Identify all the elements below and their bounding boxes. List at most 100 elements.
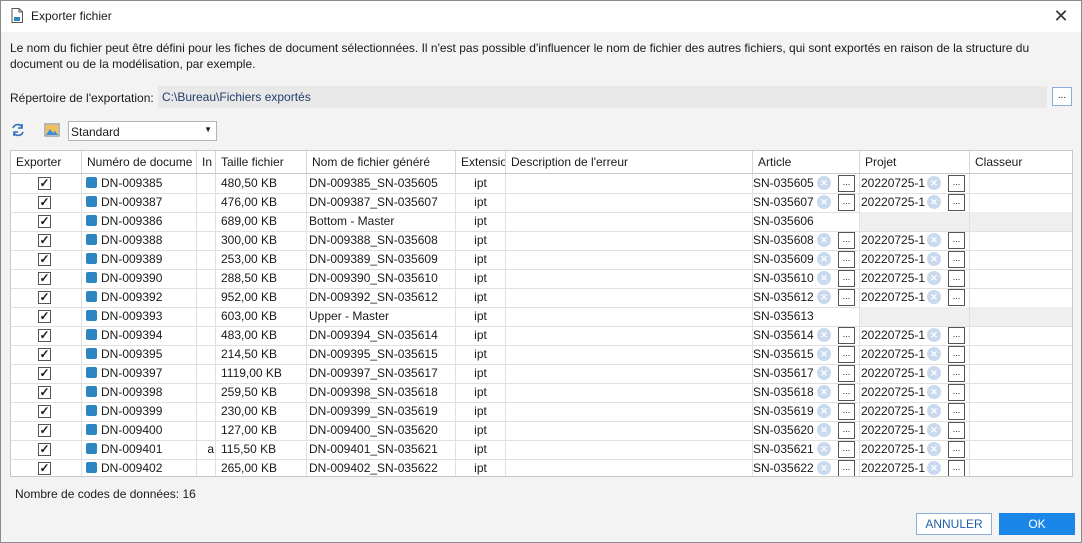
project-browse-button[interactable]: ...	[948, 175, 965, 192]
project-browse-button[interactable]: ...	[948, 346, 965, 363]
table-row[interactable]: ✓ DN-009398 259,50 KB DN-009398_SN-035618 ip…	[11, 383, 1072, 403]
table-row[interactable]: ✓ DN-009399 230,00 KB DN-009399_SN-035619 ip…	[11, 402, 1072, 422]
generated-name-cell[interactable]: DN-009402_SN-035622	[307, 459, 456, 476]
col-header-binder[interactable]: Classeur	[970, 151, 1072, 173]
export-checkbox[interactable]: ✓	[38, 329, 51, 342]
article-browse-button[interactable]: ...	[838, 384, 855, 401]
generated-name-cell[interactable]: DN-009397_SN-035617	[307, 364, 456, 383]
clear-project-icon[interactable]: ✕	[927, 347, 941, 361]
project-browse-button[interactable]: ...	[948, 232, 965, 249]
clear-article-icon[interactable]: ✕	[817, 461, 831, 475]
article-browse-button[interactable]: ...	[838, 422, 855, 439]
clear-project-icon[interactable]: ✕	[927, 195, 941, 209]
table-row[interactable]: ✓ DN-009390 288,50 KB DN-009390_SN-035610 ip…	[11, 269, 1072, 289]
table-row[interactable]: ✓ DN-009392 952,00 KB DN-009392_SN-035612 ip…	[11, 288, 1072, 308]
clear-project-icon[interactable]: ✕	[927, 176, 941, 190]
clear-article-icon[interactable]: ✕	[817, 176, 831, 190]
project-browse-button[interactable]: ...	[948, 327, 965, 344]
cancel-button[interactable]: ANNULER	[916, 513, 992, 535]
clear-article-icon[interactable]: ✕	[817, 195, 831, 209]
project-browse-button[interactable]: ...	[948, 403, 965, 420]
col-header-generated-name[interactable]: Nom de fichier généré	[307, 151, 456, 173]
article-browse-button[interactable]: ...	[838, 270, 855, 287]
close-button[interactable]: ✕	[1041, 1, 1081, 32]
project-browse-button[interactable]: ...	[948, 460, 965, 476]
clear-project-icon[interactable]: ✕	[927, 290, 941, 304]
clear-article-icon[interactable]: ✕	[817, 385, 831, 399]
article-browse-button[interactable]: ...	[838, 175, 855, 192]
clear-article-icon[interactable]: ✕	[817, 423, 831, 437]
generated-name-cell[interactable]: DN-009400_SN-035620	[307, 421, 456, 440]
project-browse-button[interactable]: ...	[948, 365, 965, 382]
view-select[interactable]: Standard ▼	[68, 121, 217, 141]
clear-project-icon[interactable]: ✕	[927, 385, 941, 399]
export-checkbox[interactable]: ✓	[38, 310, 51, 323]
generated-name-cell[interactable]: DN-009390_SN-035610	[307, 269, 456, 288]
generated-name-cell[interactable]: Bottom - Master	[307, 212, 456, 231]
ok-button[interactable]: OK	[999, 513, 1075, 535]
col-header-project[interactable]: Projet	[860, 151, 970, 173]
clear-project-icon[interactable]: ✕	[927, 423, 941, 437]
project-browse-button[interactable]: ...	[948, 384, 965, 401]
table-row[interactable]: ✓ DN-009394 483,00 KB DN-009394_SN-035614 ip…	[11, 326, 1072, 346]
generated-name-cell[interactable]: DN-009398_SN-035618	[307, 383, 456, 402]
export-checkbox[interactable]: ✓	[38, 177, 51, 190]
table-row[interactable]: ✓ DN-009386 689,00 KB Bottom - Master ipt SN-…	[11, 212, 1072, 232]
export-checkbox[interactable]: ✓	[38, 196, 51, 209]
project-browse-button[interactable]: ...	[948, 270, 965, 287]
clear-project-icon[interactable]: ✕	[927, 442, 941, 456]
table-row[interactable]: ✓ DN-009397 1119,00 KB DN-009397_SN-035617 i…	[11, 364, 1072, 384]
article-browse-button[interactable]: ...	[838, 194, 855, 211]
export-checkbox[interactable]: ✓	[38, 234, 51, 247]
clear-project-icon[interactable]: ✕	[927, 366, 941, 380]
generated-name-cell[interactable]: DN-009387_SN-035607	[307, 193, 456, 212]
col-header-extension[interactable]: Extensio	[456, 151, 506, 173]
preview-image-icon[interactable]	[44, 122, 60, 138]
table-row[interactable]: ✓ DN-009401 a 115,50 KB DN-009401_SN-035621 i…	[11, 440, 1072, 460]
article-browse-button[interactable]: ...	[838, 403, 855, 420]
table-row[interactable]: ✓ DN-009387 476,00 KB DN-009387_SN-035607 ip…	[11, 193, 1072, 213]
article-browse-button[interactable]: ...	[838, 289, 855, 306]
export-checkbox[interactable]: ✓	[38, 386, 51, 399]
generated-name-cell[interactable]: DN-009401_SN-035621	[307, 440, 456, 459]
article-browse-button[interactable]: ...	[838, 346, 855, 363]
generated-name-cell[interactable]: DN-009399_SN-035619	[307, 402, 456, 421]
export-checkbox[interactable]: ✓	[38, 405, 51, 418]
clear-project-icon[interactable]: ✕	[927, 233, 941, 247]
generated-name-cell[interactable]: Upper - Master	[307, 307, 456, 326]
sync-icon[interactable]	[10, 122, 26, 138]
generated-name-cell[interactable]: DN-009395_SN-035615	[307, 345, 456, 364]
project-browse-button[interactable]: ...	[948, 422, 965, 439]
export-checkbox[interactable]: ✓	[38, 348, 51, 361]
table-row[interactable]: ✓ DN-009388 300,00 KB DN-009388_SN-035608 ip…	[11, 231, 1072, 251]
clear-project-icon[interactable]: ✕	[927, 461, 941, 475]
generated-name-cell[interactable]: DN-009394_SN-035614	[307, 326, 456, 345]
export-checkbox[interactable]: ✓	[38, 443, 51, 456]
table-row[interactable]: ✓ DN-009389 253,00 KB DN-009389_SN-035609 ip…	[11, 250, 1072, 270]
export-checkbox[interactable]: ✓	[38, 291, 51, 304]
export-checkbox[interactable]: ✓	[38, 253, 51, 266]
project-browse-button[interactable]: ...	[948, 194, 965, 211]
clear-article-icon[interactable]: ✕	[817, 404, 831, 418]
article-browse-button[interactable]: ...	[838, 460, 855, 476]
clear-article-icon[interactable]: ✕	[817, 442, 831, 456]
project-browse-button[interactable]: ...	[948, 289, 965, 306]
project-browse-button[interactable]: ...	[948, 251, 965, 268]
table-row[interactable]: ✓ DN-009402 265,00 KB DN-009402_SN-035622 ip…	[11, 459, 1072, 476]
col-header-doc-number[interactable]: Numéro de docume	[82, 151, 197, 173]
generated-name-cell[interactable]: DN-009385_SN-035605	[307, 174, 456, 193]
export-checkbox[interactable]: ✓	[38, 215, 51, 228]
clear-article-icon[interactable]: ✕	[817, 233, 831, 247]
col-header-article[interactable]: Article	[753, 151, 860, 173]
export-checkbox[interactable]: ✓	[38, 462, 51, 475]
export-checkbox[interactable]: ✓	[38, 272, 51, 285]
clear-article-icon[interactable]: ✕	[817, 252, 831, 266]
table-row[interactable]: ✓ DN-009393 603,00 KB Upper - Master ipt SN-0…	[11, 307, 1072, 327]
article-browse-button[interactable]: ...	[838, 251, 855, 268]
clear-project-icon[interactable]: ✕	[927, 271, 941, 285]
generated-name-cell[interactable]: DN-009389_SN-035609	[307, 250, 456, 269]
col-header-error-description[interactable]: Description de l'erreur	[506, 151, 753, 173]
clear-article-icon[interactable]: ✕	[817, 366, 831, 380]
project-browse-button[interactable]: ...	[948, 441, 965, 458]
browse-button[interactable]: ...	[1052, 87, 1072, 106]
